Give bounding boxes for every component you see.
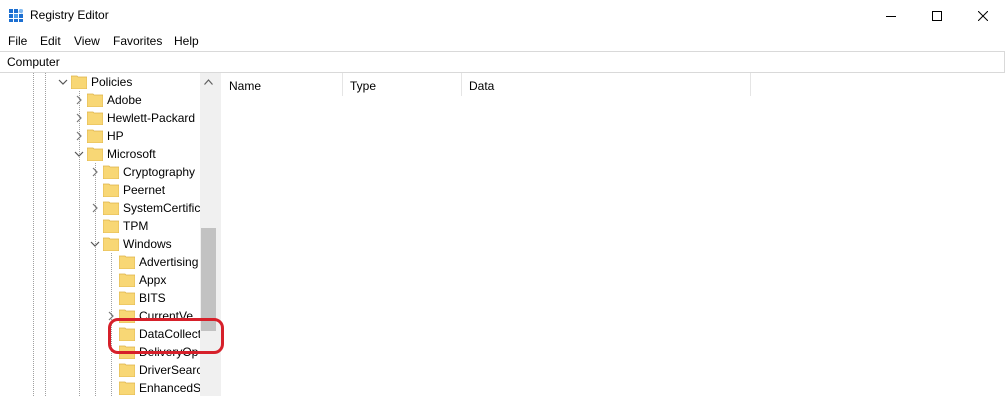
column-data-label: Data (469, 79, 495, 93)
tree-item-microsoft[interactable]: Microsoft (0, 145, 200, 163)
chevron-right-icon[interactable] (74, 113, 84, 123)
chevron-right-icon[interactable] (74, 131, 84, 141)
folder-icon (119, 381, 135, 395)
maximize-button[interactable] (914, 0, 960, 31)
tree-item-advertising[interactable]: Advertising (0, 253, 200, 271)
folder-icon (87, 93, 103, 107)
address-bar[interactable]: Computer (0, 51, 1005, 73)
folder-icon (103, 165, 119, 179)
tree-item-hewlett-packard[interactable]: Hewlett-Packard (0, 109, 200, 127)
folder-icon (87, 129, 103, 143)
tree-item-systemcertificates[interactable]: SystemCertific (0, 199, 200, 217)
folder-icon (103, 201, 119, 215)
menu-favorites[interactable]: Favorites (113, 34, 162, 48)
menu-file[interactable]: File (8, 34, 27, 48)
chevron-down-icon[interactable] (74, 149, 84, 159)
highlight-annotation (108, 318, 224, 354)
menu-help[interactable]: Help (174, 34, 199, 48)
tree-label: Advertising (139, 255, 199, 269)
tree-item-bits[interactable]: BITS (0, 289, 200, 307)
menu-bar: File Edit View Favorites Help (0, 31, 1006, 51)
registry-editor-icon (9, 9, 23, 22)
tree-item-tpm[interactable]: TPM (0, 217, 200, 235)
tree-label: HP (107, 129, 124, 143)
minimize-button[interactable] (868, 0, 914, 31)
menu-edit[interactable]: Edit (40, 34, 61, 48)
tree-label: Cryptography (123, 165, 196, 179)
column-header-type[interactable]: Type (342, 73, 462, 96)
tree-item-peernet[interactable]: Peernet (0, 181, 200, 199)
column-header-name[interactable]: Name (221, 73, 343, 96)
chevron-up-icon (204, 78, 213, 85)
title-bar: Registry Editor (0, 0, 1006, 31)
tree-item-adobe[interactable]: Adobe (0, 91, 200, 109)
tree-item-enhancedstorage[interactable]: EnhancedS (0, 379, 200, 396)
folder-icon (119, 291, 135, 305)
tree-label: EnhancedS (139, 381, 200, 395)
tree-label: Appx (139, 273, 167, 287)
tree-label: Hewlett-Packard (107, 111, 196, 125)
menu-view[interactable]: View (74, 34, 100, 48)
column-name-label: Name (229, 79, 262, 93)
tree-item-driversearching[interactable]: DriverSearc (0, 361, 200, 379)
tree-label: Adobe (107, 93, 142, 107)
tree-item-policies[interactable]: Policies (0, 73, 200, 91)
tree-item-hp[interactable]: HP (0, 127, 200, 145)
tree-label: Microsoft (107, 147, 156, 161)
folder-icon (103, 183, 119, 197)
tree-item-appx[interactable]: Appx (0, 271, 200, 289)
scroll-thumb[interactable] (201, 228, 216, 331)
tree-label: TPM (123, 219, 149, 233)
close-button[interactable] (960, 0, 1006, 31)
tree-label: BITS (139, 291, 166, 305)
tree-label: Peernet (123, 183, 166, 197)
column-header-data[interactable]: Data (461, 73, 751, 96)
tree-item-cryptography[interactable]: Cryptography (0, 163, 200, 181)
address-path: Computer (7, 55, 60, 69)
tree-item-windows[interactable]: Windows (0, 235, 200, 253)
tree-label: Windows (123, 237, 172, 251)
minimize-icon (886, 15, 896, 17)
folder-icon (119, 273, 135, 287)
folder-icon (87, 111, 103, 125)
column-type-label: Type (350, 79, 377, 93)
chevron-right-icon[interactable] (90, 203, 100, 213)
folder-icon (71, 75, 87, 89)
chevron-right-icon[interactable] (74, 95, 84, 105)
folder-icon (87, 147, 103, 161)
tree-label: SystemCertific (123, 201, 200, 215)
tree-label: Policies (91, 75, 133, 89)
tree-label: DriverSearc (139, 363, 200, 377)
values-list[interactable]: Name Type Data (221, 73, 1006, 396)
chevron-down-icon[interactable] (90, 239, 100, 249)
window-title: Registry Editor (30, 8, 109, 22)
folder-icon (103, 237, 119, 251)
close-icon (978, 10, 988, 21)
folder-icon (119, 363, 135, 377)
chevron-right-icon[interactable] (90, 167, 100, 177)
folder-icon (103, 219, 119, 233)
scroll-up-button[interactable] (200, 73, 217, 90)
chevron-down-icon[interactable] (58, 77, 68, 87)
maximize-icon (932, 10, 942, 21)
folder-icon (119, 255, 135, 269)
